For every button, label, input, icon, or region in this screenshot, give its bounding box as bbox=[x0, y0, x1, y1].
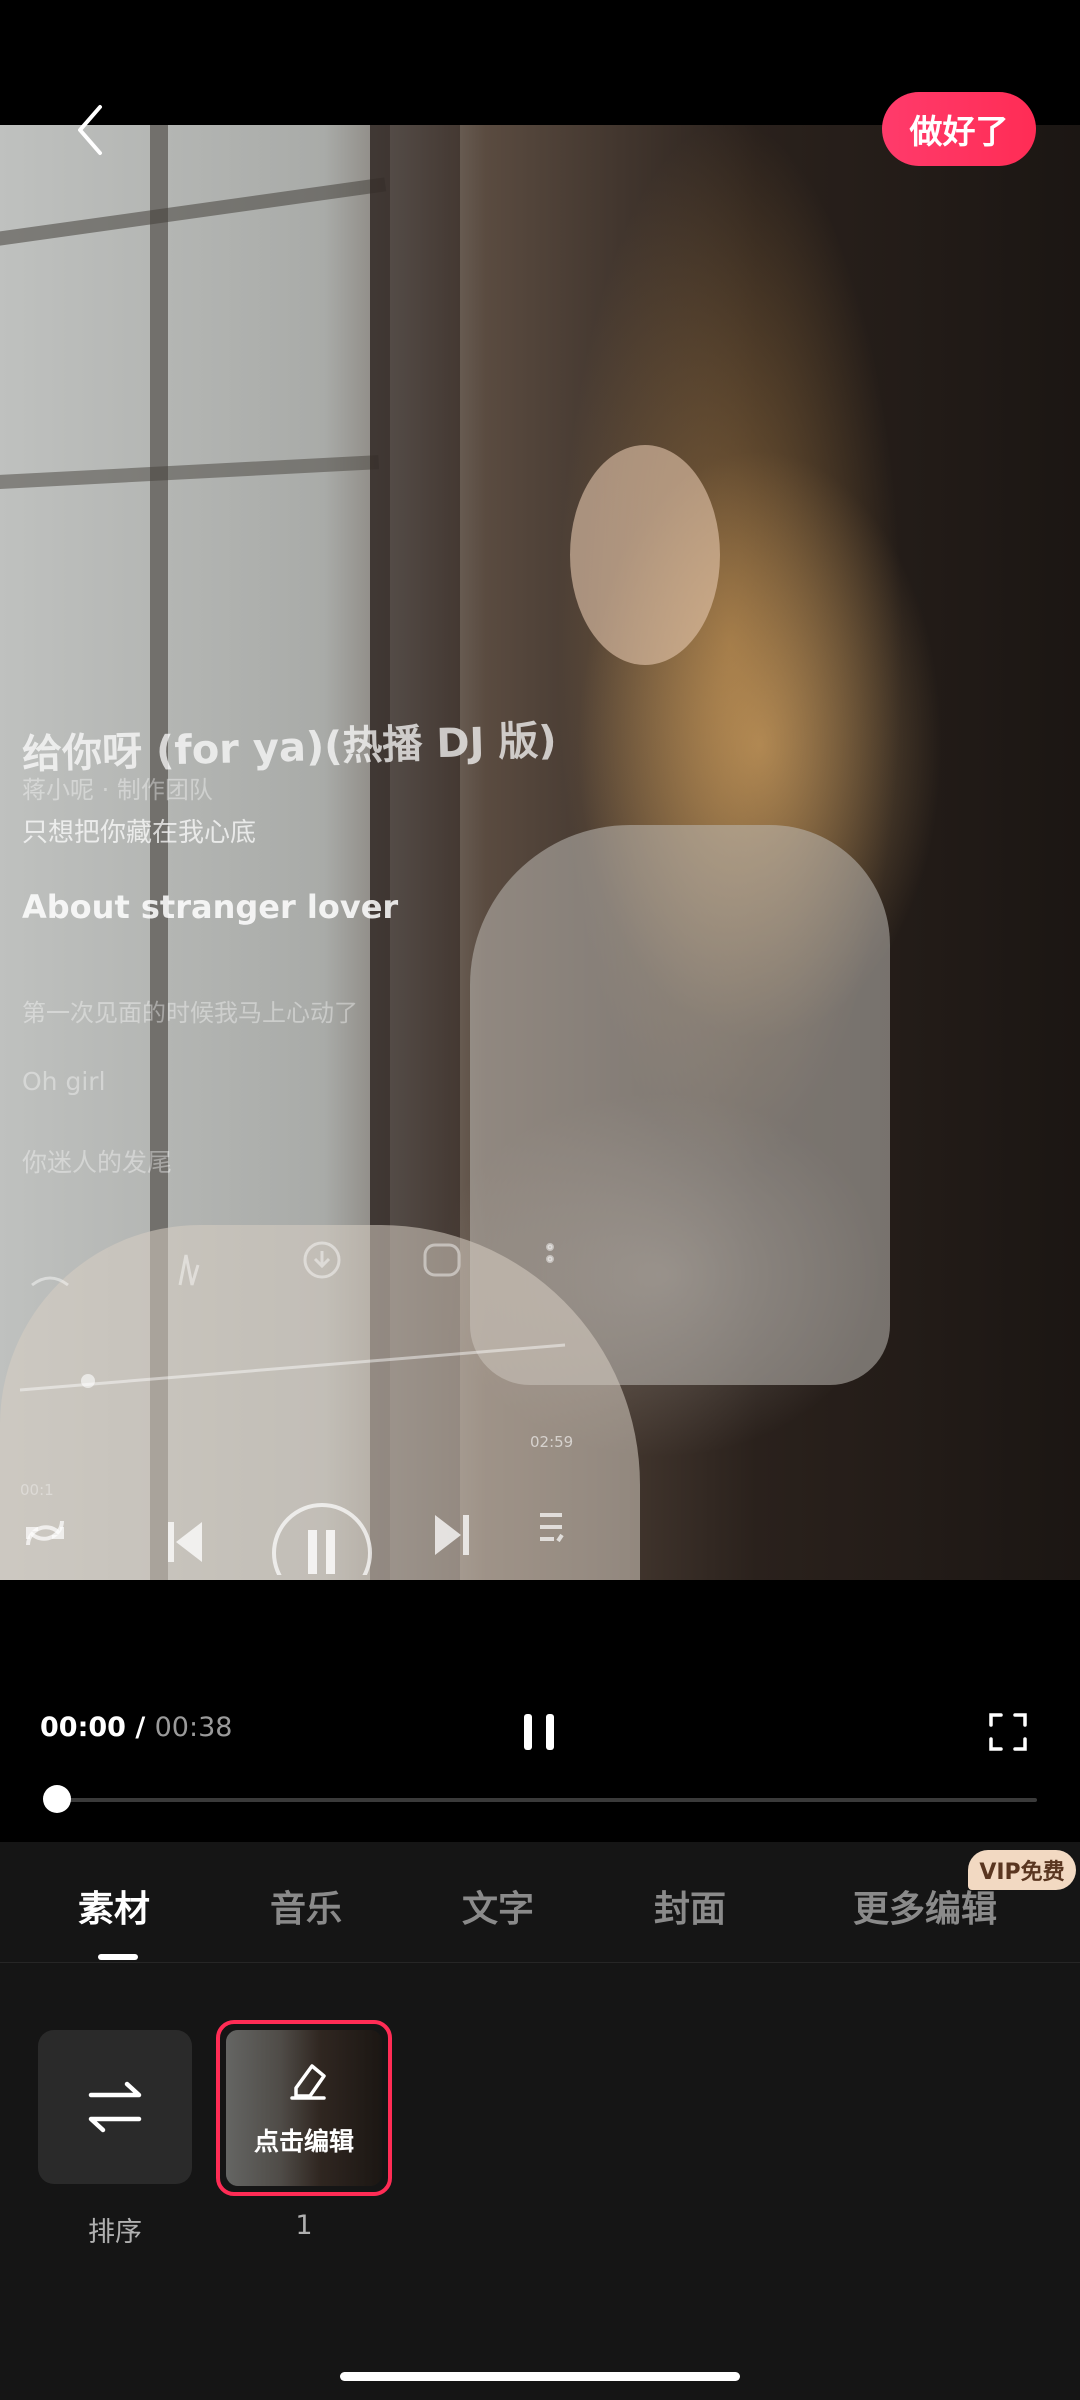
done-button[interactable]: 做好了 bbox=[882, 92, 1036, 166]
lyric-line: 第一次见面的时候我马上心动了 bbox=[22, 999, 358, 1027]
tab-text[interactable]: 文字 bbox=[462, 1880, 534, 1932]
lyric-line: 你迷人的发尾 bbox=[22, 1148, 173, 1177]
tab-material[interactable]: 素材 bbox=[78, 1880, 150, 1932]
fullscreen-icon bbox=[989, 1713, 1027, 1751]
swap-arrows-icon bbox=[88, 2081, 142, 2133]
lyric-line-current: About stranger lover bbox=[22, 888, 399, 926]
sort-button[interactable] bbox=[38, 2030, 192, 2184]
home-indicator[interactable] bbox=[340, 2372, 740, 2381]
clip-thumbnail-image: 点击编辑 bbox=[226, 2030, 382, 2186]
back-button[interactable] bbox=[60, 95, 120, 165]
embedded-player-controls: 02:59 00:1 bbox=[19, 1241, 573, 1575]
chevron-left-icon bbox=[78, 105, 102, 155]
progress-knob[interactable] bbox=[43, 1785, 71, 1813]
fullscreen-button[interactable] bbox=[988, 1712, 1028, 1752]
current-time: 00:00 bbox=[40, 1712, 126, 1743]
song-artist: 蒋小呢 · 制作团队 bbox=[22, 776, 213, 804]
lyric-line: 只想把你藏在我心底 bbox=[22, 818, 257, 848]
total-time: 00:38 bbox=[154, 1712, 233, 1743]
sort-label: 排序 bbox=[88, 2217, 142, 2248]
embedded-time-end: 02:59 bbox=[530, 1433, 573, 1451]
tab-music[interactable]: 音乐 bbox=[270, 1880, 342, 1932]
clip-index: 1 bbox=[295, 2210, 313, 2241]
clip-thumbnail[interactable]: 点击编辑 bbox=[216, 2020, 392, 2196]
time-display: 00:00 / 00:38 bbox=[40, 1712, 232, 1743]
clip-edit-label: 点击编辑 bbox=[253, 2127, 354, 2156]
progress-track[interactable] bbox=[57, 1798, 1037, 1802]
vip-free-badge: VIP免费 bbox=[968, 1850, 1076, 1890]
video-preview[interactable]: 给你呀 (for ya)(热播 DJ 版) 蒋小呢 · 制作团队 只想把你藏在我… bbox=[0, 125, 1080, 1580]
tab-indicator bbox=[98, 1954, 138, 1960]
tab-cover[interactable]: 封面 bbox=[654, 1880, 726, 1932]
edit-tabs: 素材 音乐 文字 封面 更多编辑 bbox=[0, 1842, 1080, 1962]
embedded-time-start: 00:1 bbox=[20, 1481, 54, 1499]
eraser-edit-icon bbox=[290, 2064, 326, 2100]
divider bbox=[0, 1962, 1080, 1963]
pause-button[interactable] bbox=[520, 1710, 560, 1754]
time-separator: / bbox=[125, 1712, 155, 1743]
lyric-line: Oh girl bbox=[22, 1067, 106, 1096]
pause-icon bbox=[524, 1714, 554, 1750]
subject-face bbox=[570, 445, 720, 665]
